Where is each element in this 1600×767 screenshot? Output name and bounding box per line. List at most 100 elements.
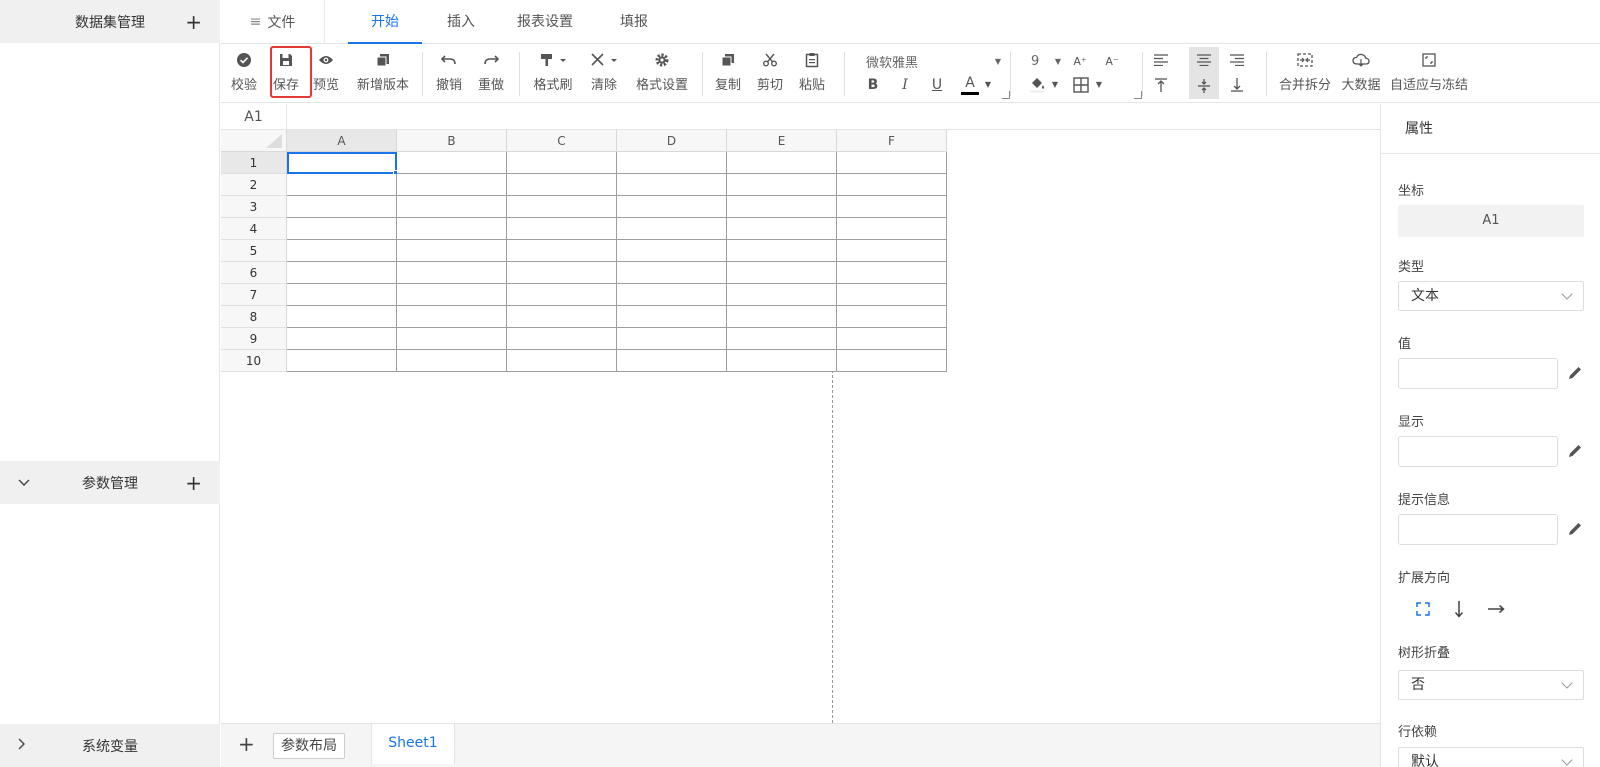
- arrow-right-icon[interactable]: [1486, 599, 1506, 619]
- param-layout-button[interactable]: 参数布局: [273, 733, 345, 759]
- align-left-icon[interactable]: [1151, 50, 1171, 70]
- cell-reference-box[interactable]: A1: [221, 104, 287, 130]
- row-header[interactable]: 5: [221, 240, 287, 262]
- align-center-icon[interactable]: [1189, 47, 1219, 73]
- column-header[interactable]: F: [837, 130, 947, 152]
- cell[interactable]: [507, 262, 617, 284]
- copy-button[interactable]: 复制: [713, 50, 743, 98]
- tree-collapse-select[interactable]: 否: [1398, 670, 1584, 700]
- row-header[interactable]: 3: [221, 196, 287, 218]
- cell[interactable]: [287, 174, 397, 196]
- fit-freeze-button[interactable]: 自适应与冻结: [1388, 50, 1470, 98]
- cell[interactable]: [287, 306, 397, 328]
- clear-button[interactable]: 清除: [583, 50, 625, 98]
- cell[interactable]: [727, 284, 837, 306]
- cell[interactable]: [397, 328, 507, 350]
- new-version-button[interactable]: 新增版本: [355, 50, 411, 98]
- merge-split-button[interactable]: 合并拆分: [1277, 50, 1333, 98]
- border-caret-icon[interactable]: ▼: [1094, 78, 1104, 90]
- font-family-select[interactable]: 微软雅黑 ▼: [866, 51, 1001, 71]
- cell[interactable]: [287, 328, 397, 350]
- paste-button[interactable]: 粘贴: [797, 50, 827, 98]
- cell[interactable]: [837, 218, 947, 240]
- cell[interactable]: [507, 306, 617, 328]
- format-painter-button[interactable]: 格式刷: [531, 50, 575, 98]
- cell[interactable]: [727, 218, 837, 240]
- cell[interactable]: [617, 152, 727, 174]
- cell[interactable]: [837, 240, 947, 262]
- param-panel-header[interactable]: 参数管理 +: [0, 461, 220, 504]
- edit-value-icon[interactable]: [1567, 365, 1583, 381]
- select-all-corner[interactable]: [221, 130, 287, 152]
- cell[interactable]: [507, 328, 617, 350]
- cell[interactable]: [617, 284, 727, 306]
- cell[interactable]: [617, 174, 727, 196]
- file-menu[interactable]: ≡ 文件: [221, 0, 325, 44]
- save-button[interactable]: 保存: [271, 50, 301, 98]
- type-select[interactable]: 文本: [1398, 281, 1584, 311]
- cell[interactable]: [507, 240, 617, 262]
- cell[interactable]: [397, 350, 507, 372]
- undo-button[interactable]: 撤销: [434, 50, 464, 98]
- align-top-icon[interactable]: [1151, 75, 1171, 95]
- cut-button[interactable]: 剪切: [755, 50, 785, 98]
- cell[interactable]: [617, 328, 727, 350]
- cell[interactable]: [727, 152, 837, 174]
- cell[interactable]: [397, 218, 507, 240]
- spreadsheet-grid[interactable]: A B C D E F 1 2 3 4 5 6 7 8 9 10: [221, 130, 1380, 723]
- font-dialog-launcher-icon[interactable]: [1002, 91, 1010, 99]
- cell[interactable]: [727, 328, 837, 350]
- cell[interactable]: [837, 306, 947, 328]
- italic-button[interactable]: I: [896, 75, 914, 95]
- arrow-down-icon[interactable]: [1449, 599, 1469, 619]
- cell[interactable]: [287, 240, 397, 262]
- preview-button[interactable]: 预览: [311, 50, 341, 98]
- column-header[interactable]: D: [617, 130, 727, 152]
- fill-color-icon[interactable]: [1028, 75, 1048, 95]
- tab-report-settings[interactable]: 报表设置: [510, 0, 580, 44]
- decrease-font-button[interactable]: A⁻: [1103, 51, 1121, 71]
- cell[interactable]: [617, 196, 727, 218]
- row-header[interactable]: 8: [221, 306, 287, 328]
- add-sheet-icon[interactable]: +: [238, 734, 255, 754]
- underline-button[interactable]: U: [928, 75, 946, 95]
- sysvar-panel-header[interactable]: 系统变量: [0, 724, 220, 767]
- cell[interactable]: [507, 350, 617, 372]
- active-cell[interactable]: [287, 152, 399, 176]
- fill-color-caret-icon[interactable]: ▼: [1050, 78, 1060, 90]
- cell[interactable]: [727, 306, 837, 328]
- cell[interactable]: [397, 306, 507, 328]
- font-color-button[interactable]: A: [961, 73, 979, 95]
- dataset-panel-header[interactable]: 数据集管理 +: [0, 0, 220, 43]
- cell[interactable]: [287, 284, 397, 306]
- expand-none-icon[interactable]: [1413, 599, 1433, 619]
- cell[interactable]: [287, 218, 397, 240]
- cell[interactable]: [727, 174, 837, 196]
- cell[interactable]: [727, 350, 837, 372]
- cell[interactable]: [397, 174, 507, 196]
- row-dependency-select[interactable]: 默认: [1398, 747, 1584, 767]
- cell[interactable]: [727, 240, 837, 262]
- row-header[interactable]: 9: [221, 328, 287, 350]
- column-header[interactable]: C: [507, 130, 617, 152]
- column-header[interactable]: A: [287, 130, 397, 152]
- increase-font-button[interactable]: A⁺: [1071, 51, 1089, 71]
- display-input[interactable]: [1398, 436, 1558, 467]
- cell[interactable]: [397, 240, 507, 262]
- font-size-select[interactable]: 9 ▼: [1031, 51, 1061, 71]
- add-param-icon[interactable]: +: [185, 473, 202, 493]
- cell[interactable]: [397, 152, 507, 174]
- edit-display-icon[interactable]: [1567, 443, 1583, 459]
- font-color-caret-icon[interactable]: ▼: [983, 78, 993, 90]
- cell[interactable]: [617, 240, 727, 262]
- cell[interactable]: [837, 196, 947, 218]
- column-header[interactable]: E: [727, 130, 837, 152]
- cell[interactable]: [837, 174, 947, 196]
- cell[interactable]: [837, 152, 947, 174]
- format-settings-button[interactable]: 格式设置: [634, 50, 690, 98]
- cell[interactable]: [837, 350, 947, 372]
- cell[interactable]: [837, 284, 947, 306]
- add-dataset-icon[interactable]: +: [185, 12, 202, 32]
- redo-button[interactable]: 重做: [476, 50, 506, 98]
- row-header[interactable]: 10: [221, 350, 287, 372]
